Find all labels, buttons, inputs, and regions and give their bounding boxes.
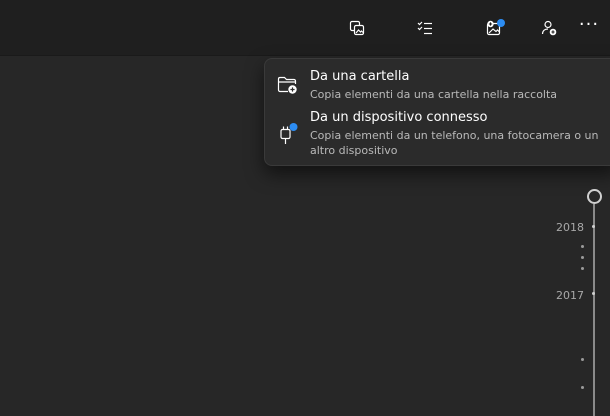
timeline-year-tick — [592, 225, 595, 228]
timeline-month-dot — [581, 386, 584, 389]
person-add-icon — [540, 19, 558, 37]
timeline-scroll-handle[interactable] — [587, 189, 602, 204]
timeline-month-dot — [581, 256, 584, 259]
folder-add-icon — [277, 75, 299, 99]
photos-stack-icon — [348, 19, 366, 37]
notification-badge — [497, 19, 505, 27]
top-toolbar: ··· — [0, 0, 610, 56]
timeline-month-dot — [581, 245, 584, 248]
select-button[interactable] — [409, 12, 441, 44]
menu-item-description: Copia elementi da una cartella nella rac… — [310, 88, 558, 101]
menu-item-from-device[interactable]: Da un dispositivo connesso Copia element… — [265, 107, 610, 165]
menu-item-title: Da un dispositivo connesso — [310, 110, 488, 125]
usb-device-icon — [277, 123, 299, 151]
import-flyout-menu: Da una cartella Copia elementi da una ca… — [264, 58, 610, 166]
timeline-track[interactable] — [593, 204, 595, 416]
menu-item-title: Da una cartella — [310, 69, 410, 84]
timeline-year-label[interactable]: 2017 — [556, 289, 584, 302]
checklist-icon — [416, 19, 434, 37]
people-button[interactable] — [533, 12, 565, 44]
timeline-month-dot — [581, 267, 584, 270]
timeline-year-label[interactable]: 2018 — [556, 221, 584, 234]
slideshow-button[interactable] — [341, 12, 373, 44]
import-button[interactable] — [478, 12, 510, 44]
timeline-month-dot — [581, 358, 584, 361]
menu-item-description: Copia elementi da un telefono, una fotoc… — [310, 129, 599, 157]
menu-item-from-folder[interactable]: Da una cartella Copia elementi da una ca… — [265, 59, 610, 105]
more-options-icon: ··· — [578, 14, 600, 35]
more-options-button[interactable]: ··· — [573, 12, 605, 44]
timeline-year-tick — [592, 292, 595, 295]
